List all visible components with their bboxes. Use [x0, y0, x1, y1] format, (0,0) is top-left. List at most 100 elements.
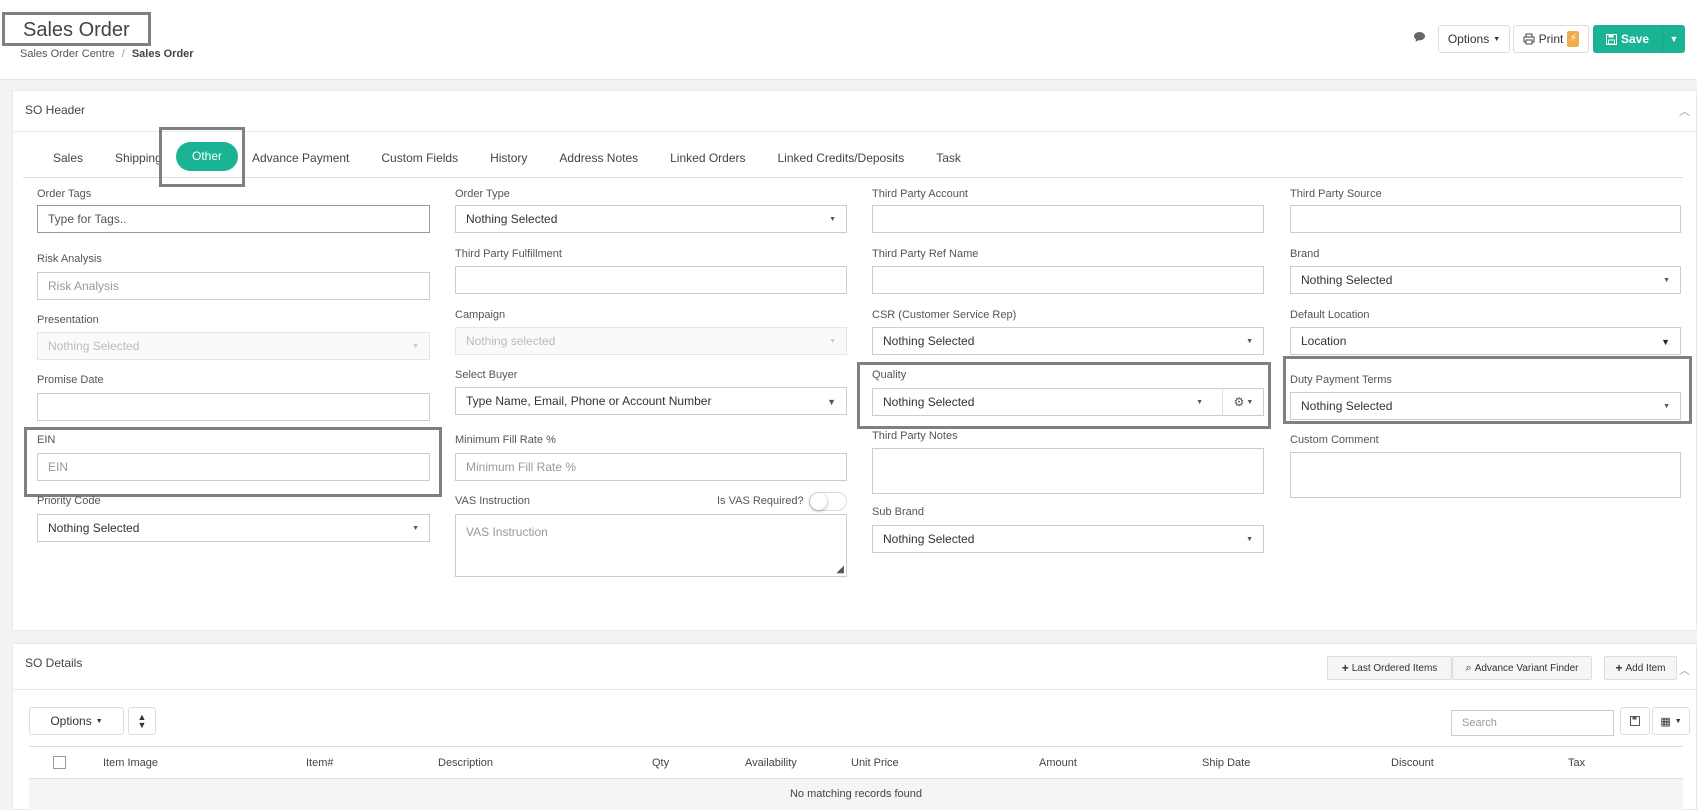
quality-select[interactable]: Nothing Selected ▼	[872, 388, 1264, 416]
minimum-fill-rate-input[interactable]: Minimum Fill Rate %	[455, 453, 847, 481]
so-header-tabs-rest: Advance Payment Custom Fields History Ad…	[252, 138, 977, 178]
risk-analysis-label: Risk Analysis	[37, 253, 102, 265]
select-buyer-label: Select Buyer	[455, 369, 518, 381]
vas-instruction-label: VAS Instruction	[455, 495, 530, 507]
column-chooser-button[interactable]: ▦ ▼	[1652, 707, 1690, 735]
column-description[interactable]: Description	[438, 757, 493, 769]
breadcrumb: Sales Order Centre / Sales Order	[20, 48, 194, 60]
presentation-label: Presentation	[37, 314, 99, 326]
comment-icon[interactable]	[1412, 31, 1426, 45]
print-button[interactable]: Print ⚡	[1513, 25, 1589, 53]
vas-instruction-textarea[interactable]: VAS Instruction ◢	[455, 514, 847, 577]
column-tax[interactable]: Tax	[1568, 757, 1585, 769]
tab-linked-orders[interactable]: Linked Orders	[654, 143, 761, 173]
caret-down-icon: ▼	[1246, 338, 1253, 345]
details-options-button[interactable]: Options ▼	[29, 707, 124, 735]
third-party-account-input[interactable]	[872, 205, 1264, 233]
search-icon: ⌕	[1465, 661, 1472, 674]
duty-payment-terms-value: Nothing Selected	[1301, 399, 1393, 413]
tab-address-notes[interactable]: Address Notes	[543, 143, 654, 173]
priority-code-select[interactable]: Nothing Selected ▼	[37, 514, 430, 542]
tab-other[interactable]: Other	[176, 142, 239, 171]
default-location-select[interactable]: Location ▼	[1290, 327, 1681, 355]
caret-down-icon: ▼	[1246, 536, 1253, 543]
column-item-image[interactable]: Item Image	[103, 757, 158, 769]
column-availability[interactable]: Availability	[745, 757, 797, 769]
third-party-source-label: Third Party Source	[1290, 188, 1382, 200]
caret-down-icon: ▼	[827, 397, 836, 407]
is-vas-required-toggle[interactable]	[809, 492, 847, 511]
order-tags-input[interactable]: Type for Tags..	[37, 205, 430, 233]
promise-date-input[interactable]	[37, 393, 430, 421]
third-party-notes-textarea[interactable]	[872, 448, 1264, 494]
save-view-button[interactable]	[1620, 707, 1650, 735]
csr-value: Nothing Selected	[883, 334, 975, 348]
duty-payment-terms-select[interactable]: Nothing Selected ▼	[1290, 392, 1681, 420]
save-dropdown-caret-icon[interactable]: ▼	[1663, 34, 1685, 44]
third-party-fulfillment-input[interactable]	[455, 266, 847, 294]
order-tags-label: Order Tags	[37, 188, 92, 200]
tab-linked-credits-deposits[interactable]: Linked Credits/Deposits	[762, 143, 921, 173]
ein-input[interactable]: EIN	[37, 453, 430, 481]
ein-placeholder: EIN	[48, 460, 69, 474]
order-type-select[interactable]: Nothing Selected ▼	[455, 205, 847, 233]
last-ordered-items-button[interactable]: + Last Ordered Items	[1327, 656, 1452, 680]
save-button[interactable]: Save	[1593, 25, 1663, 53]
sub-brand-select[interactable]: Nothing Selected ▼	[872, 525, 1264, 553]
campaign-value: Nothing selected	[466, 334, 556, 348]
grid-columns-icon: ▦	[1660, 715, 1671, 728]
chevron-up-icon[interactable]: ︿	[1679, 103, 1690, 119]
csr-select[interactable]: Nothing Selected ▼	[872, 327, 1264, 355]
save-button-group: Save ▼	[1593, 25, 1685, 53]
tab-history[interactable]: History	[474, 143, 543, 173]
quality-value: Nothing Selected	[883, 395, 975, 409]
caret-down-icon: ▼	[1493, 35, 1501, 43]
printer-icon	[1523, 33, 1535, 45]
column-unit-price[interactable]: Unit Price	[851, 757, 899, 769]
caret-down-icon: ▼	[829, 338, 836, 345]
table-header-row: Item Image Item# Description Qty Availab…	[29, 746, 1683, 779]
duty-payment-terms-label: Duty Payment Terms	[1290, 374, 1392, 386]
custom-comment-textarea[interactable]	[1290, 452, 1681, 498]
column-amount[interactable]: Amount	[1039, 757, 1077, 769]
add-item-button[interactable]: + Add Item	[1604, 656, 1677, 680]
tab-custom-fields[interactable]: Custom Fields	[365, 143, 474, 173]
plus-icon: +	[1615, 661, 1623, 675]
toggle-knob	[810, 493, 827, 510]
third-party-ref-name-input[interactable]	[872, 266, 1264, 294]
third-party-account-label: Third Party Account	[872, 188, 968, 200]
third-party-fulfillment-label: Third Party Fulfillment	[455, 248, 562, 260]
details-search-input[interactable]: Search	[1451, 710, 1614, 736]
campaign-label: Campaign	[455, 309, 506, 321]
resize-handle-icon[interactable]: ◢	[836, 564, 844, 575]
sort-button[interactable]: ▲ ▼	[128, 707, 156, 735]
column-ship-date[interactable]: Ship Date	[1202, 757, 1250, 769]
lightning-badge-icon[interactable]: ⚡	[1567, 31, 1580, 47]
brand-select[interactable]: Nothing Selected ▼	[1290, 266, 1681, 294]
select-buyer-select[interactable]: Type Name, Email, Phone or Account Numbe…	[455, 387, 847, 415]
third-party-ref-name-label: Third Party Ref Name	[872, 248, 979, 260]
caret-down-icon: ▼	[1246, 398, 1254, 406]
tab-sales[interactable]: Sales	[23, 143, 99, 173]
tab-advance-payment[interactable]: Advance Payment	[252, 143, 365, 173]
brand-label: Brand	[1290, 248, 1320, 260]
column-discount[interactable]: Discount	[1391, 757, 1434, 769]
column-qty[interactable]: Qty	[652, 757, 669, 769]
chevron-up-icon[interactable]: ︿	[1679, 662, 1690, 678]
third-party-source-input[interactable]	[1290, 205, 1681, 233]
risk-analysis-input[interactable]: Risk Analysis	[37, 272, 430, 300]
options-button[interactable]: Options ▼	[1438, 25, 1510, 53]
breadcrumb-item-sales-order-centre[interactable]: Sales Order Centre	[20, 48, 115, 60]
advance-variant-finder-button[interactable]: ⌕ Advance Variant Finder	[1452, 656, 1592, 680]
floppy-disk-icon	[1630, 716, 1640, 726]
caret-down-icon: ▼	[1661, 337, 1670, 347]
select-all-checkbox[interactable]	[53, 756, 66, 769]
quality-label: Quality	[872, 369, 907, 381]
quality-settings-button[interactable]: ⚙ ▼	[1222, 388, 1264, 416]
column-item-number[interactable]: Item#	[306, 757, 334, 769]
promise-date-label: Promise Date	[37, 374, 104, 386]
so-header-title-bar[interactable]: SO Header ︿	[13, 91, 1696, 132]
tab-task[interactable]: Task	[920, 143, 977, 173]
priority-code-label: Priority Code	[37, 495, 101, 507]
presentation-select: Nothing Selected ▼	[37, 332, 430, 360]
